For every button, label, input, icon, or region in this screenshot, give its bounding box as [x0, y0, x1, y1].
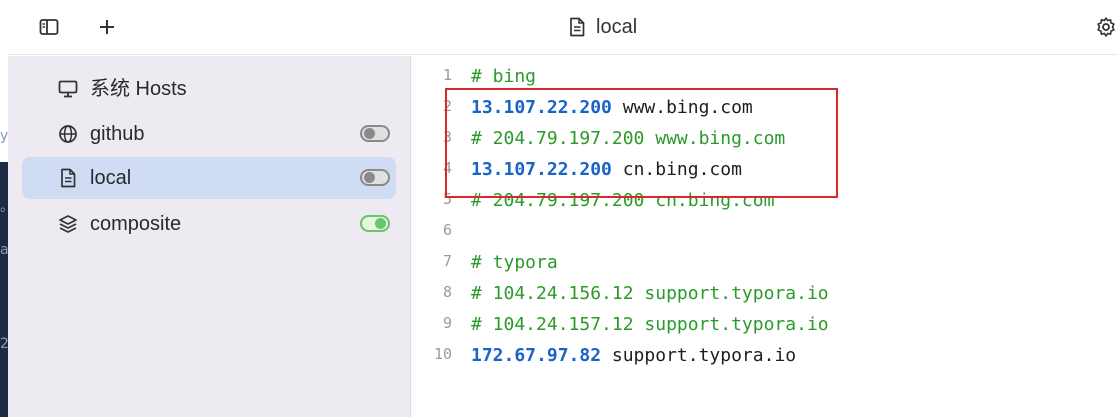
- editor-line: 1 # bing: [412, 62, 1117, 93]
- sidebar-item-system-hosts[interactable]: 系统 Hosts: [22, 68, 396, 110]
- code-comment: # 204.79.197.200 www.bing.com: [471, 128, 786, 149]
- line-number: 2: [442, 97, 452, 115]
- sidebar-panel-icon: [39, 19, 59, 35]
- code-comment: # 104.24.156.12 support.typora.io: [471, 283, 829, 304]
- editor-line: 5 # 204.79.197.200 cn.bing.com: [412, 186, 1117, 217]
- toggle-knob: [364, 128, 375, 139]
- code-ip: 13.107.22.200: [471, 159, 612, 180]
- line-content: # 204.79.197.200 www.bing.com: [471, 128, 785, 149]
- file-icon: [58, 168, 78, 188]
- monitor-icon: [58, 79, 78, 99]
- line-number: 10: [433, 345, 452, 363]
- sidebar: 系统 Hosts github local composite: [8, 56, 411, 417]
- settings-button[interactable]: [1095, 14, 1117, 40]
- code-host: www.bing.com: [611, 97, 753, 118]
- line-content: 13.107.22.200 cn.bing.com: [471, 159, 742, 180]
- line-content: 13.107.22.200 www.bing.com: [471, 97, 753, 118]
- title-bar: local: [8, 0, 1117, 55]
- line-number: 7: [442, 252, 452, 270]
- local-enable-toggle[interactable]: [360, 169, 390, 186]
- sidebar-item-label: composite: [90, 213, 182, 235]
- gear-icon: [1097, 17, 1115, 37]
- editor-line: 4 13.107.22.200 cn.bing.com: [412, 155, 1117, 186]
- add-host-button[interactable]: [90, 10, 124, 44]
- toggle-knob: [364, 172, 375, 183]
- window-title: local: [568, 14, 637, 40]
- code-ip: 172.67.97.82: [471, 345, 602, 366]
- line-content: # bing: [471, 66, 536, 87]
- line-number: 4: [442, 159, 452, 177]
- code-comment: # 104.24.157.12 support.typora.io: [471, 314, 829, 335]
- line-content: # 104.24.156.12 support.typora.io: [471, 283, 829, 304]
- editor-line: 7 # typora: [412, 248, 1117, 279]
- github-enable-toggle[interactable]: [360, 125, 390, 142]
- code-comment: # typora: [471, 252, 558, 273]
- composite-enable-toggle[interactable]: [360, 215, 390, 232]
- line-number: 6: [442, 221, 452, 239]
- code-comment: # 204.79.197.200 cn.bing.com: [471, 190, 775, 211]
- sidebar-item-composite[interactable]: composite: [22, 203, 396, 245]
- sidebar-item-label: github: [90, 123, 145, 145]
- editor-line: 2 13.107.22.200 www.bing.com: [412, 93, 1117, 124]
- code-host: cn.bing.com: [611, 159, 742, 180]
- line-content: # 204.79.197.200 cn.bing.com: [471, 190, 774, 211]
- globe-icon: [58, 124, 78, 144]
- window-title-text: local: [596, 15, 638, 38]
- layers-icon: [58, 214, 78, 234]
- code-comment: # bing: [471, 66, 537, 87]
- line-number: 1: [442, 66, 452, 84]
- editor-line: 9 # 104.24.157.12 support.typora.io: [412, 310, 1117, 341]
- sidebar-item-local[interactable]: local: [22, 157, 396, 199]
- code-ip: 13.107.22.200: [471, 97, 612, 118]
- line-number: 5: [442, 190, 452, 208]
- line-content: 172.67.97.82 support.typora.io: [471, 345, 796, 366]
- editor-line: 10 172.67.97.82 support.typora.io: [412, 341, 1117, 372]
- line-number: 3: [442, 128, 452, 146]
- plus-icon: [100, 20, 114, 34]
- sidebar-item-github[interactable]: github: [22, 113, 396, 155]
- file-icon: [570, 17, 585, 37]
- sidebar-item-label: local: [90, 167, 132, 189]
- sidebar-item-label: 系统 Hosts: [90, 78, 187, 100]
- toggle-sidebar-button[interactable]: [32, 10, 66, 44]
- code-host: support.typora.io: [601, 345, 797, 366]
- line-number: 8: [442, 283, 452, 301]
- line-content: # typora: [471, 252, 558, 273]
- editor-line: 3 # 204.79.197.200 www.bing.com: [412, 124, 1117, 155]
- editor-line: 8 # 104.24.156.12 support.typora.io: [412, 279, 1117, 310]
- hosts-editor[interactable]: 1 # bing 2 13.107.22.200 www.bing.com 3 …: [412, 56, 1117, 417]
- editor-line: 6: [412, 217, 1117, 248]
- line-number: 9: [442, 314, 452, 332]
- toggle-knob: [375, 218, 386, 229]
- line-content: # 104.24.157.12 support.typora.io: [471, 314, 829, 335]
